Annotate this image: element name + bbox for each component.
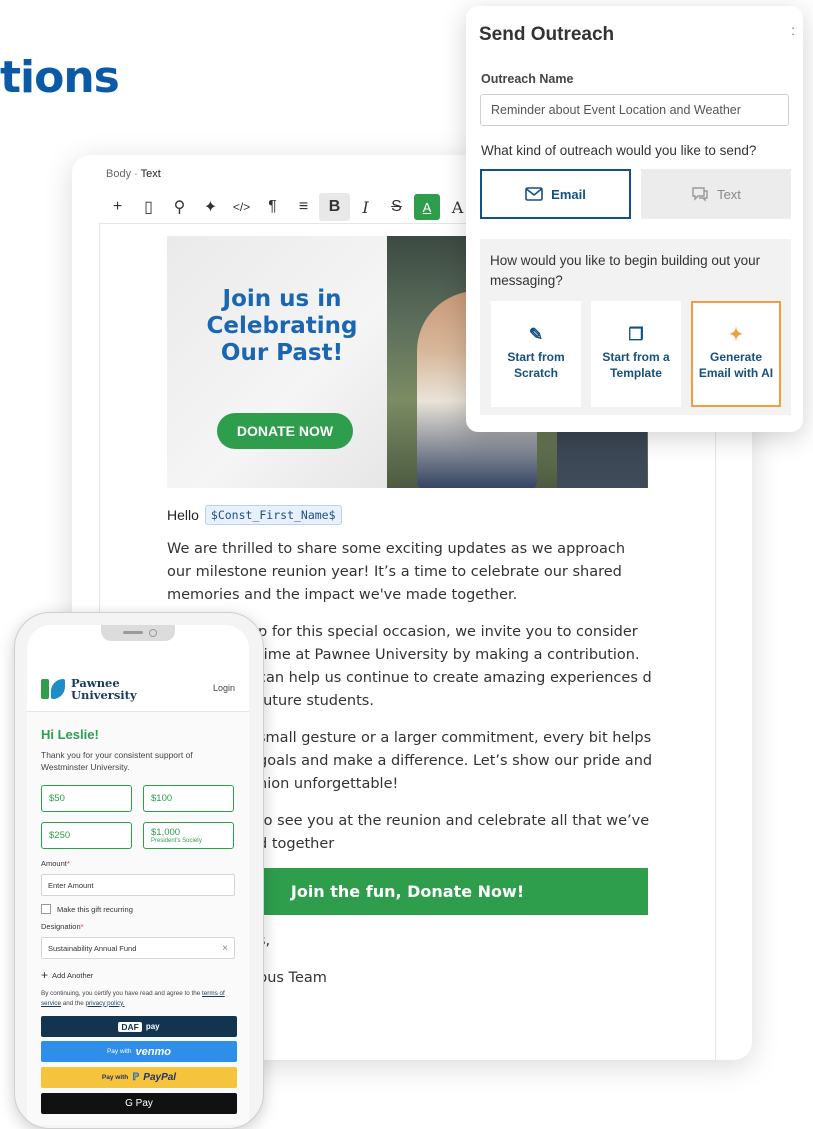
outreach-type-question: What kind of outreach would you like to … <box>481 143 757 158</box>
greeting-text: Hello <box>167 507 199 523</box>
email-option-label: Email <box>551 186 586 202</box>
amount-value: $1,000 <box>151 827 181 838</box>
logo-line-2: University <box>71 688 137 702</box>
amount-option[interactable]: $100 <box>143 785 234 812</box>
text-option[interactable]: Text <box>641 169 791 219</box>
align-icon[interactable]: ≡ <box>288 193 319 221</box>
body-paragraph-1: We are thrilled to share some exciting u… <box>167 541 626 603</box>
phone-notch <box>101 625 175 641</box>
add-icon[interactable]: + <box>102 193 133 221</box>
mobile-icon[interactable]: ▯ <box>133 193 164 221</box>
donor-greeting: Hi Leslie! <box>41 727 99 742</box>
paypal-icon: ℙ <box>132 1072 140 1083</box>
checkbox-icon <box>41 904 51 914</box>
terms-text: By continuing, you certify you have read… <box>41 990 225 1007</box>
italic-icon[interactable]: I <box>350 193 381 221</box>
sparkle-icon: ✦ <box>728 325 744 344</box>
breadcrumb: Body - Text <box>106 168 161 180</box>
generate-with-ai-label: Generate Email with AI <box>698 350 774 380</box>
amount-option[interactable]: $50 <box>41 785 132 812</box>
donation-page: Pawnee University Login Hi Leslie! Thank… <box>27 625 249 1125</box>
strikethrough-icon[interactable]: S <box>381 193 412 221</box>
login-link[interactable]: Login <box>213 683 235 693</box>
university-logo: Pawnee University <box>41 677 137 701</box>
paypal-logo: PayPal <box>143 1072 177 1083</box>
designation-select[interactable]: Sustainability Annual Fund × <box>41 937 235 959</box>
build-options-panel: How would you like to begin building out… <box>480 239 791 415</box>
text-color-icon[interactable]: A <box>414 194 440 220</box>
body-paragraph-4: to see you at the reunion and celebrate … <box>258 813 650 852</box>
email-option[interactable]: Email <box>480 169 631 219</box>
chat-icon <box>692 187 708 202</box>
venmo-button[interactable]: Pay with venmo <box>41 1041 237 1062</box>
copy-icon: ❐ <box>628 325 644 344</box>
generate-with-ai-card[interactable]: ✦ Generate Email with AI <box>691 301 781 407</box>
amount-note: President's Society <box>151 838 202 844</box>
logo-icon <box>41 677 65 701</box>
mail-icon <box>525 187 543 201</box>
add-another-button[interactable]: + Add Another <box>41 968 93 982</box>
recurring-checkbox[interactable]: Make this gift recurring <box>41 904 133 914</box>
amount-label: Amount* <box>41 859 70 868</box>
page-headline: tions <box>0 52 120 103</box>
donate-now-button[interactable]: DONATE NOW <box>217 413 353 449</box>
start-from-scratch-card[interactable]: ✎ Start from Scratch <box>491 301 581 407</box>
outreach-name-input[interactable]: Reminder about Event Location and Weathe… <box>480 94 789 126</box>
build-question: How would you like to begin building out… <box>490 253 761 288</box>
code-icon[interactable]: </> <box>226 193 257 221</box>
link-icon[interactable]: ⚲ <box>164 193 195 221</box>
plus-icon: + <box>41 968 49 982</box>
bold-icon[interactable]: B <box>319 193 350 221</box>
outreach-name-label: Outreach Name <box>481 72 574 86</box>
add-another-label: Add Another <box>52 970 94 980</box>
venmo-logo: venmo <box>135 1045 172 1058</box>
formatting-toolbar: + ▯ ⚲ ✦ </> ¶ ≡ B I S A A <box>102 193 473 221</box>
closing-line-2: pus Team <box>258 970 327 986</box>
daf-logo: DAF <box>118 1021 142 1032</box>
amount-input[interactable]: Enter Amount <box>41 874 235 896</box>
dialog-title: Send Outreach <box>479 24 615 45</box>
body-paragraph-3: small gesture or a larger commitment, ev… <box>258 730 653 792</box>
google-pay-button[interactable]: G Pay <box>41 1093 237 1114</box>
paragraph-icon[interactable]: ¶ <box>257 193 288 221</box>
start-from-template-card[interactable]: ❐ Start from a Template <box>591 301 681 407</box>
start-from-scratch-label: Start from Scratch <box>507 350 565 380</box>
edit-icon: ✎ <box>528 325 544 344</box>
amount-option[interactable]: $250 <box>41 822 132 849</box>
greeting-line: Hello $Const_First_Name$ <box>167 505 342 525</box>
daf-pay-button[interactable]: DAF pay <box>41 1016 237 1037</box>
designation-value: Sustainability Annual Fund <box>48 943 137 953</box>
breadcrumb-current: Text <box>140 168 161 180</box>
sparkle-icon[interactable]: ✦ <box>195 193 226 221</box>
banner-title: Join us in Celebrating Our Past! <box>206 286 358 366</box>
breadcrumb-parent[interactable]: Body <box>106 168 131 180</box>
phone-mockup: Pawnee University Login Hi Leslie! Thank… <box>14 612 264 1129</box>
banner-panel: Join us in Celebrating Our Past! DONATE … <box>167 236 387 488</box>
start-from-template-label: Start from a Template <box>602 350 670 380</box>
more-icon[interactable]: : <box>791 22 795 38</box>
designation-label: Designation* <box>41 922 84 931</box>
paypal-button[interactable]: Pay with ℙ PayPal <box>41 1067 237 1088</box>
privacy-link[interactable]: privacy policy. <box>85 1000 124 1007</box>
breadcrumb-separator: - <box>134 168 138 180</box>
clear-icon[interactable]: × <box>222 943 228 954</box>
amount-option[interactable]: $1,000 President's Society <box>143 822 234 849</box>
body-paragraph-2: p for this special occasion, we invite y… <box>258 624 652 709</box>
text-option-label: Text <box>717 186 741 202</box>
send-outreach-dialog: Send Outreach : Outreach Name Reminder a… <box>466 6 803 432</box>
merge-tag[interactable]: $Const_First_Name$ <box>204 505 342 525</box>
thanks-text: Thank you for your consistent support of… <box>41 750 193 772</box>
recurring-label: Make this gift recurring <box>57 904 133 914</box>
